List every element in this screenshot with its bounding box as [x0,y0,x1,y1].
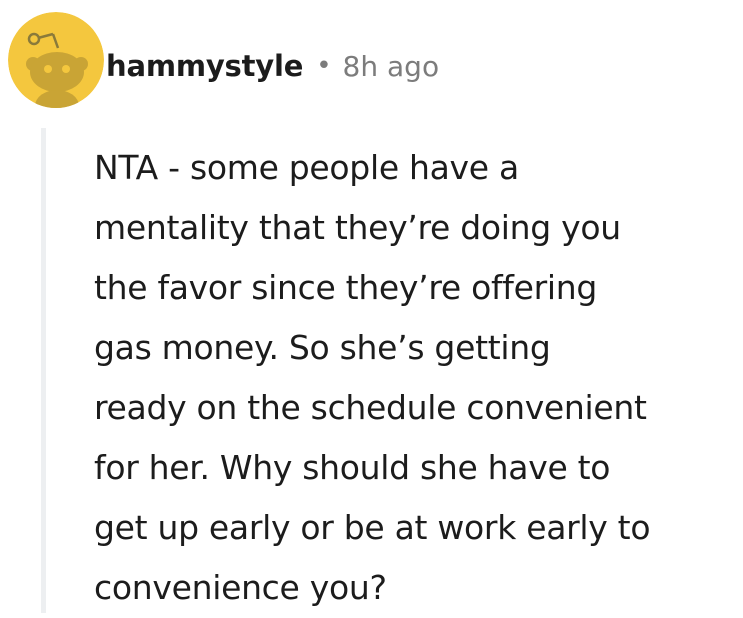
username-link[interactable]: hammystyle [106,49,303,83]
comment: hammystyle • 8h ago NTA - some people ha… [0,0,743,613]
comment-text-line: gas money. So she’s getting [94,328,551,367]
comment-header: hammystyle • 8h ago [106,40,439,92]
comment-text-line: convenience you? [94,568,387,607]
user-avatar[interactable] [8,12,104,108]
comment-text-line: get up early or be at work early to [94,508,651,547]
timestamp[interactable]: 8h ago [343,50,440,83]
comment-body: NTA - some people have a mentality that … [94,138,734,618]
comment-text-line: the favor since they’re offering [94,268,598,307]
snoo-avatar-icon [8,12,104,108]
separator-dot: • [316,51,332,81]
comment-text-line: mentality that they’re doing you [94,208,621,247]
comment-text-line: ready on the schedule convenient [94,388,647,427]
comment-text-line: NTA - some people have a [94,148,519,187]
thread-collapse-line[interactable] [41,128,46,613]
comment-text-line: for her. Why should she have to [94,448,611,487]
